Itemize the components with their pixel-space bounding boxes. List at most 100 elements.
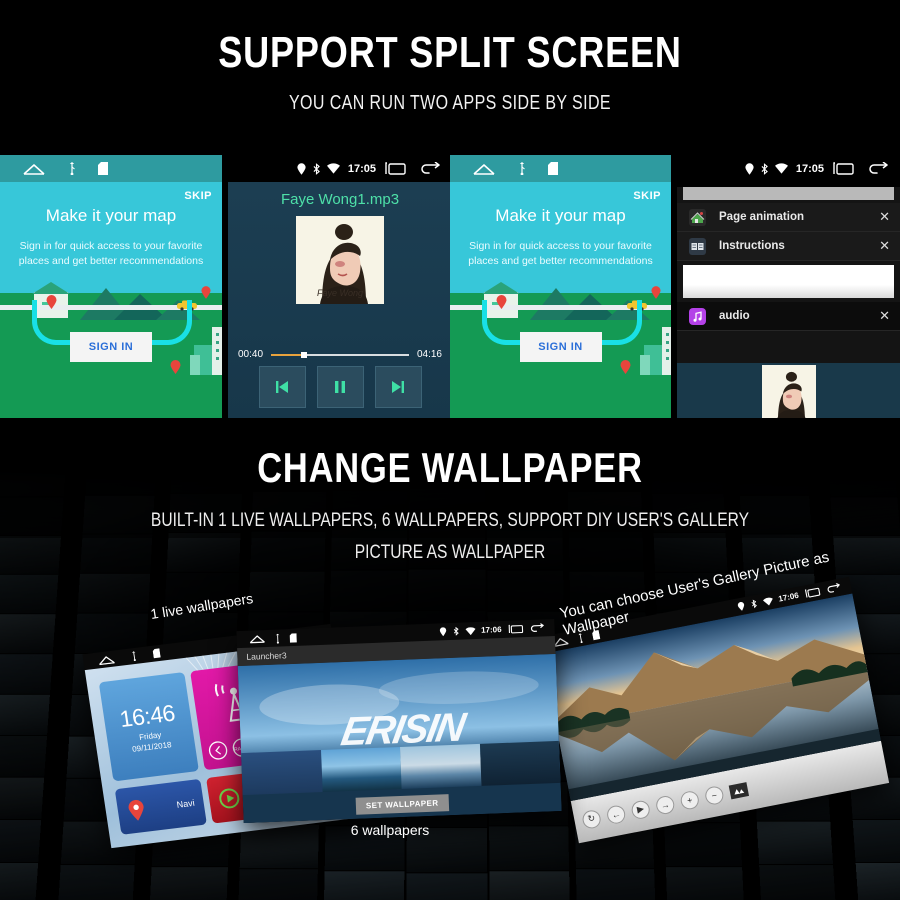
- album-art: Faye Wong: [296, 216, 384, 304]
- device-wallpaper-picker: 17:06 Launcher3 ERISIN SET WALLPAPER: [236, 618, 562, 824]
- music-player-screen: Faye Wong1.mp3 Faye Wong 00:40 04:16: [228, 182, 452, 418]
- task-preview-music[interactable]: [677, 363, 900, 418]
- bluetooth-icon: [312, 162, 321, 175]
- home-icon[interactable]: [472, 163, 496, 175]
- recent-apps-icon[interactable]: [507, 624, 524, 634]
- statusbar-clock: 17:05: [347, 162, 376, 175]
- back-icon[interactable]: [420, 162, 440, 175]
- map-pin-icon-3: [170, 360, 181, 374]
- back-icon[interactable]: [529, 623, 544, 633]
- statusbar-clock: 17:05: [795, 162, 824, 175]
- close-icon[interactable]: ✕: [879, 209, 890, 225]
- set-wallpaper-button[interactable]: SET WALLPAPER: [355, 794, 449, 815]
- wallpaper-thumb-4[interactable]: [479, 740, 561, 786]
- task-row-instructions[interactable]: Instructions ✕: [677, 232, 900, 261]
- wallpaper-thumb-1[interactable]: [241, 750, 323, 796]
- home-icon[interactable]: [249, 634, 266, 644]
- image-icon[interactable]: [728, 781, 749, 799]
- next-icon[interactable]: →: [654, 794, 676, 816]
- progress-track[interactable]: [271, 351, 409, 358]
- subtitle-line-2: PICTURE AS WALLPAPER: [354, 542, 546, 563]
- usb-icon: [518, 162, 526, 175]
- split-screen-showcase: SKIP Make it your map Sign in for quick …: [0, 155, 900, 418]
- bluetooth-icon: [749, 599, 758, 609]
- wallpapers-count-caption: 6 wallpapers: [350, 822, 430, 838]
- usb-icon: [275, 633, 281, 644]
- location-icon: [745, 162, 754, 175]
- skip-button[interactable]: SKIP: [184, 190, 212, 202]
- previous-track-button[interactable]: [258, 366, 306, 408]
- task-thumbnail-card[interactable]: [683, 265, 894, 298]
- recent-tasks-screen: Page animation ✕ Instructions ✕ audio ✕: [677, 187, 900, 418]
- recent-apps-icon[interactable]: [804, 587, 821, 599]
- location-icon: [736, 601, 745, 611]
- task-label: audio: [719, 310, 750, 322]
- map-pin-icon-2: [201, 286, 211, 299]
- task-row-page-animation[interactable]: Page animation ✕: [677, 203, 900, 232]
- clock-date: 09/11/2018: [131, 739, 173, 754]
- clock-tile[interactable]: 16:46 Friday 09/11/2018: [98, 672, 199, 782]
- close-icon[interactable]: ✕: [879, 308, 890, 324]
- location-icon: [439, 627, 446, 637]
- statusbar-clock: 17:06: [480, 624, 502, 635]
- playback-progress[interactable]: 00:40 04:16: [228, 349, 452, 360]
- close-icon[interactable]: ✕: [879, 238, 890, 254]
- panel-recent-tasks: 17:05 Page animation ✕ Instructions ✕ au…: [677, 155, 900, 418]
- home-icon[interactable]: [97, 654, 116, 665]
- sign-in-button[interactable]: SIGN IN: [70, 332, 152, 362]
- music-app-icon: [689, 307, 706, 325]
- recent-apps-icon[interactable]: [384, 162, 406, 175]
- preview-album-art: [761, 365, 816, 418]
- device2-screen: ERISIN SET WALLPAPER: [237, 653, 562, 824]
- navi-pin-icon: [128, 799, 144, 821]
- map-pin-icon: [496, 295, 507, 309]
- clock-time: 16:46: [117, 699, 177, 732]
- zoom-in-icon[interactable]: +: [679, 789, 701, 811]
- change-wallpaper-subtitle: BUILT-IN 1 LIVE WALLPAPERS, 6 WALLPAPERS…: [81, 505, 819, 569]
- wifi-icon: [326, 163, 340, 174]
- next-track-button[interactable]: [374, 366, 422, 408]
- back-icon[interactable]: [868, 162, 888, 175]
- task-row-audio[interactable]: audio ✕: [677, 302, 900, 331]
- drag-handle[interactable]: [683, 187, 894, 200]
- map-body-text: Sign in for quick access to your favorit…: [468, 240, 653, 267]
- sdcard-icon: [152, 648, 161, 659]
- zoom-out-icon[interactable]: −: [703, 784, 725, 806]
- wifi-icon: [762, 596, 773, 606]
- playback-controls: [228, 366, 452, 408]
- panel-music-player: 17:05 Faye Wong1.mp3 Faye Wong 00:40 04:…: [228, 155, 452, 418]
- progress-fill: [271, 353, 302, 356]
- usb-icon: [131, 651, 138, 662]
- split-screen-title: SUPPORT SPLIT SCREEN: [218, 28, 682, 77]
- bluetooth-icon: [760, 162, 769, 175]
- pause-button[interactable]: [316, 366, 364, 408]
- map-panel-statusbar: [0, 155, 222, 182]
- bluetooth-icon: [452, 626, 459, 636]
- home-icon[interactable]: [22, 163, 46, 175]
- navi-label: Navi: [175, 797, 196, 810]
- map-body-text: Sign in for quick access to your favorit…: [18, 240, 204, 267]
- task-label: Instructions: [719, 240, 785, 252]
- wallpaper-thumb-3[interactable]: [399, 743, 482, 789]
- wallpaper-thumb-2[interactable]: [320, 746, 402, 793]
- device-frame: 17:06 Launcher3 ERISIN SET WALLPAPER: [236, 618, 562, 824]
- promo-page: SUPPORT SPLIT SCREEN YOU CAN RUN TWO APP…: [0, 0, 900, 900]
- map-pin-icon-2: [651, 286, 661, 299]
- wifi-icon: [774, 163, 788, 174]
- panel-map-onboarding-right: SKIP Make it your map Sign in for quick …: [450, 155, 671, 418]
- clock-day: Friday: [138, 729, 162, 742]
- map-heading: Make it your map: [495, 206, 626, 225]
- progress-knob[interactable]: [301, 351, 308, 358]
- back-icon[interactable]: [825, 582, 841, 595]
- skip-button[interactable]: SKIP: [633, 190, 661, 202]
- play-icon[interactable]: ▶: [630, 798, 652, 820]
- tasks-panel-statusbar: 17:05: [677, 155, 900, 182]
- map-buildings: [640, 327, 671, 375]
- map-pin-icon: [46, 295, 57, 309]
- recent-apps-icon[interactable]: [832, 162, 854, 175]
- split-screen-subtitle: YOU CAN RUN TWO APPS SIDE BY SIDE: [288, 92, 611, 114]
- sign-in-button[interactable]: SIGN IN: [519, 332, 602, 362]
- map-buildings: [190, 327, 222, 375]
- book-app-icon: [689, 237, 706, 255]
- panel-map-onboarding-left: SKIP Make it your map Sign in for quick …: [0, 155, 222, 418]
